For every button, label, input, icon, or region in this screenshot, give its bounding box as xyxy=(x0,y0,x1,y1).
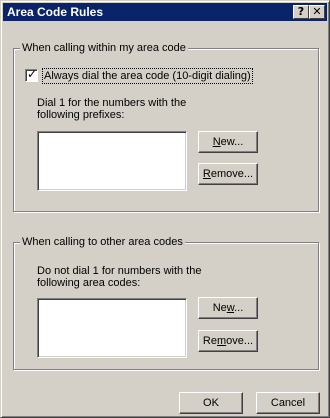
window-title: Area Code Rules xyxy=(7,5,104,19)
new-area-code-label-pre: Ne xyxy=(212,302,227,314)
remove-area-code-button[interactable]: Remove... xyxy=(198,330,258,352)
area-codes-description: Do not dial 1 for numbers with the follo… xyxy=(37,265,201,289)
title-bar[interactable]: Area Code Rules ? ✕ xyxy=(3,3,327,21)
ten-digit-dialing-checkbox[interactable]: ✓ xyxy=(25,67,38,82)
prefixes-listbox[interactable] xyxy=(37,131,187,191)
within-area-code-caption: When calling within my area code xyxy=(20,41,188,55)
new-area-code-label-post: ... xyxy=(234,302,244,314)
area-codes-description-line2: following area codes: xyxy=(37,277,141,289)
prefixes-description: Dial 1 for the numbers with the followin… xyxy=(37,97,186,121)
other-area-codes-caption: When calling to other area codes xyxy=(20,235,185,249)
new-prefix-label-accel: N xyxy=(212,136,221,148)
remove-prefix-button[interactable]: Remove... xyxy=(198,163,258,185)
help-button[interactable]: ? xyxy=(293,5,309,19)
remove-prefix-label-post: emove... xyxy=(210,168,254,180)
new-area-code-button[interactable]: New... xyxy=(198,297,258,319)
remove-area-code-label-post: ove... xyxy=(226,335,254,347)
new-prefix-button[interactable]: New... xyxy=(198,131,258,153)
area-codes-description-line1: Do not dial 1 for numbers with the xyxy=(37,265,202,277)
remove-area-code-label-pre: Re xyxy=(202,335,217,347)
close-button[interactable]: ✕ xyxy=(309,5,325,19)
area-codes-listbox[interactable] xyxy=(37,298,187,358)
new-prefix-label-post: ew... xyxy=(220,136,244,148)
prefixes-description-line2: following prefixes: xyxy=(37,109,125,121)
question-mark-icon: ? xyxy=(297,5,305,18)
prefixes-description-line1: Dial 1 for the numbers with the xyxy=(37,97,187,109)
cancel-button[interactable]: Cancel xyxy=(256,392,320,414)
checkmark-icon: ✓ xyxy=(27,67,38,81)
ten-digit-dialing-label[interactable]: Always dial the area code (10-digit dial… xyxy=(42,68,253,84)
remove-area-code-label-accel: m xyxy=(216,335,227,347)
remove-prefix-label-accel: R xyxy=(202,168,211,180)
area-code-rules-dialog: Area Code Rules ? ✕ When calling within … xyxy=(0,0,330,418)
ok-button[interactable]: OK xyxy=(179,392,243,414)
close-icon: ✕ xyxy=(312,5,322,18)
new-area-code-label-accel: w xyxy=(226,302,235,314)
